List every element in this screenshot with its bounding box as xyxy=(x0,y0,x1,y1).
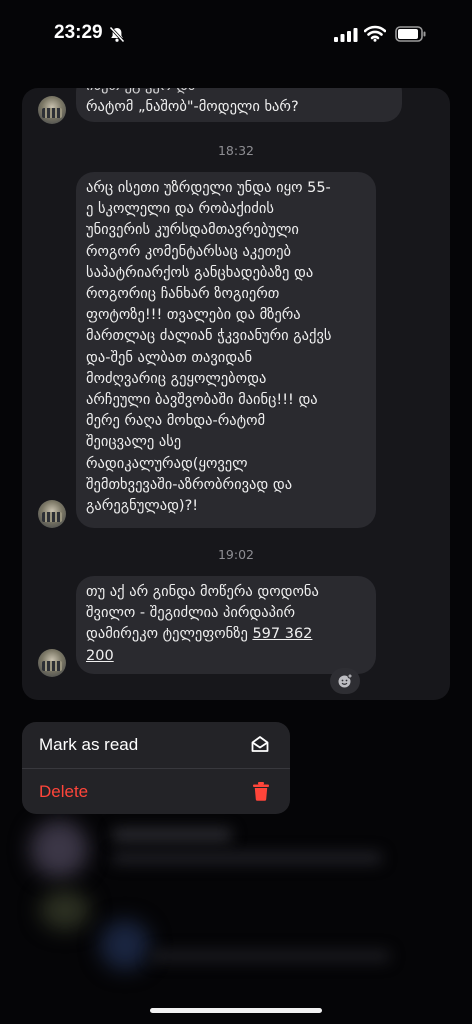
emoji-add-icon xyxy=(338,673,353,688)
message-line: როგორიც ჩანხარ ზოგიერთ xyxy=(86,286,280,303)
home-indicator[interactable] xyxy=(150,1008,322,1013)
message-line: შეიცვალე ასე xyxy=(86,434,182,451)
mark-as-read-menu-item[interactable]: Mark as read xyxy=(22,722,290,768)
context-menu: Mark as read Delete xyxy=(22,722,290,814)
blurred-text xyxy=(112,828,232,842)
message-line: ფოტოზე!!! თვალები და მზერა xyxy=(86,307,301,324)
message-line: არც ისეთი უზრდელი უნდა იყო 55- xyxy=(86,180,331,196)
trash-icon xyxy=(252,781,270,806)
message-timestamp: 18:32 xyxy=(217,143,255,158)
wifi-icon xyxy=(363,25,387,46)
message-text: დამირეკო ტელეფონზე xyxy=(86,626,253,643)
phone-number-link-continued[interactable]: 200 xyxy=(86,646,366,667)
message-line: გარეგნულად)?! xyxy=(86,498,199,515)
message-line: რატომ „ნაშობ"-მოდელი ხარ? xyxy=(86,99,299,116)
status-bar: 23:29 xyxy=(0,0,472,70)
blurred-avatar xyxy=(40,890,90,930)
message-bubble: არც ისეთი უზრდელი უნდა იყო 55- ე სკოლელი… xyxy=(76,172,376,528)
message-line: ე სკოლელი და რობაქიძის xyxy=(86,201,274,218)
phone-number-link[interactable]: 597 362 xyxy=(252,626,312,642)
delete-menu-item[interactable]: Delete xyxy=(22,769,290,814)
message-line: შემთხვევაში-აზრობრივად და xyxy=(86,476,293,493)
cellular-signal-icon xyxy=(334,27,358,46)
menu-item-label: Delete xyxy=(39,782,89,801)
blurred-avatar xyxy=(100,920,150,970)
blurred-avatar xyxy=(30,820,88,878)
message-line: უნივერის კურსდამთავრებული xyxy=(86,222,299,239)
bell-muted-icon xyxy=(109,26,125,47)
message-line: და-შენ ალბათ თავიდან xyxy=(86,349,253,366)
message-line: ისეთ ეგ ვერ და xyxy=(86,88,392,97)
battery-icon xyxy=(395,26,427,46)
envelope-open-icon xyxy=(250,734,270,759)
avatar xyxy=(38,96,66,124)
message-line: როგორ კომენტარსაც აკეთებ xyxy=(86,243,292,260)
message-timestamp: 19:02 xyxy=(217,547,255,562)
message-line: საპატრიარქოს განცხადებაზე და xyxy=(86,264,314,281)
message-line: მერე რაღა მოხდა-რატომ xyxy=(86,413,266,430)
avatar xyxy=(38,649,66,677)
status-time: 23:29 xyxy=(54,22,103,43)
avatar xyxy=(38,500,66,528)
message-line: რადიკალურად(ყოველ xyxy=(86,455,248,472)
message-bubble: თუ აქ არ გინდა მოწერა დოდონა შვილო - შეგ… xyxy=(76,576,376,674)
message-line: არჩეული ბავშვობაში მაინც!!! და xyxy=(86,392,318,409)
message-line: დამირეკო ტელეფონზე 597 362 xyxy=(86,624,366,645)
message-preview-panel: ისეთ ეგ ვერ და რატომ „ნაშობ"-მოდელი ხარ?… xyxy=(22,88,450,700)
message-line: შვილო - შეგიძლია პირდაპირ xyxy=(86,605,296,622)
message-line: მართლაც ძალიან ჭკვიანური გაქვს xyxy=(86,328,332,345)
blurred-text xyxy=(150,950,390,962)
message-line: მოძღვარიც გეყოლებოდა xyxy=(86,370,267,387)
background-chat-list xyxy=(0,800,472,1024)
menu-item-label: Mark as read xyxy=(39,735,139,754)
message-bubble: ისეთ ეგ ვერ და რატომ „ნაშობ"-მოდელი ხარ? xyxy=(76,88,402,122)
blurred-text xyxy=(112,852,382,864)
message-line: თუ აქ არ გინდა მოწერა დოდონა xyxy=(86,584,319,600)
add-reaction-button[interactable] xyxy=(330,668,360,694)
